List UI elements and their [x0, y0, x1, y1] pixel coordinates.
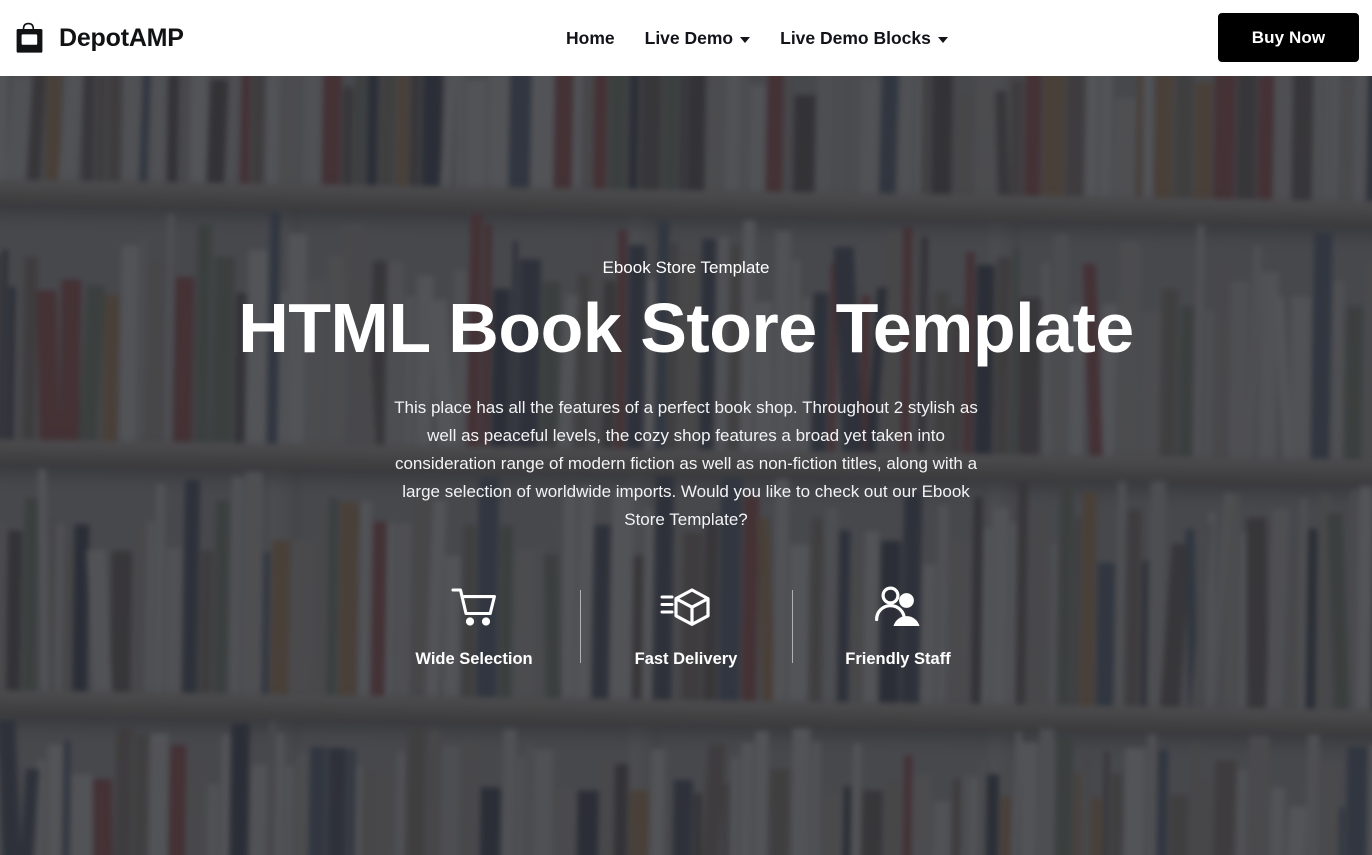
chevron-down-icon	[937, 36, 948, 43]
nav-item-label: Home	[566, 27, 615, 48]
hero-description: This place has all the features of a per…	[394, 398, 978, 530]
nav-item-live-demo[interactable]: Live Demo	[630, 28, 766, 49]
main-navigation: Home Live Demo Live Demo Blocks	[566, 0, 963, 76]
nav-item-label: Live Demo	[644, 27, 734, 48]
brand-name: DepotAMP	[59, 23, 184, 52]
hero-section: Ebook Store Template HTML Book Store Tem…	[0, 76, 1372, 855]
shopping-bag-icon	[14, 21, 46, 55]
chevron-down-icon	[740, 36, 751, 43]
feature-label: Fast Delivery	[634, 650, 738, 669]
buy-now-button[interactable]: Buy Now	[1218, 13, 1359, 62]
nav-item-home[interactable]: Home	[566, 28, 630, 49]
hero-content: Ebook Store Template HTML Book Store Tem…	[0, 76, 1372, 855]
hero-features: Wide Selection Fast Delivery Friendly St…	[369, 580, 1004, 669]
delivery-box-icon	[660, 584, 712, 632]
hero-kicker: Ebook Store Template	[602, 258, 770, 277]
feature-label: Wide Selection	[415, 650, 533, 669]
feature-label: Friendly Staff	[845, 650, 951, 669]
feature-fast-delivery: Fast Delivery	[581, 580, 792, 669]
nav-item-label: Live Demo Blocks	[780, 27, 931, 48]
site-navbar: DepotAMP Home Live Demo Live Demo Blocks…	[0, 0, 1372, 76]
brand-logo-link[interactable]: DepotAMP	[14, 21, 184, 55]
nav-item-live-demo-blocks[interactable]: Live Demo Blocks	[765, 28, 963, 49]
people-icon	[873, 584, 923, 632]
shopping-cart-icon	[451, 584, 497, 632]
page-title: HTML Book Store Template	[238, 289, 1134, 368]
feature-wide-selection: Wide Selection	[369, 580, 580, 669]
feature-friendly-staff: Friendly Staff	[793, 580, 1004, 669]
